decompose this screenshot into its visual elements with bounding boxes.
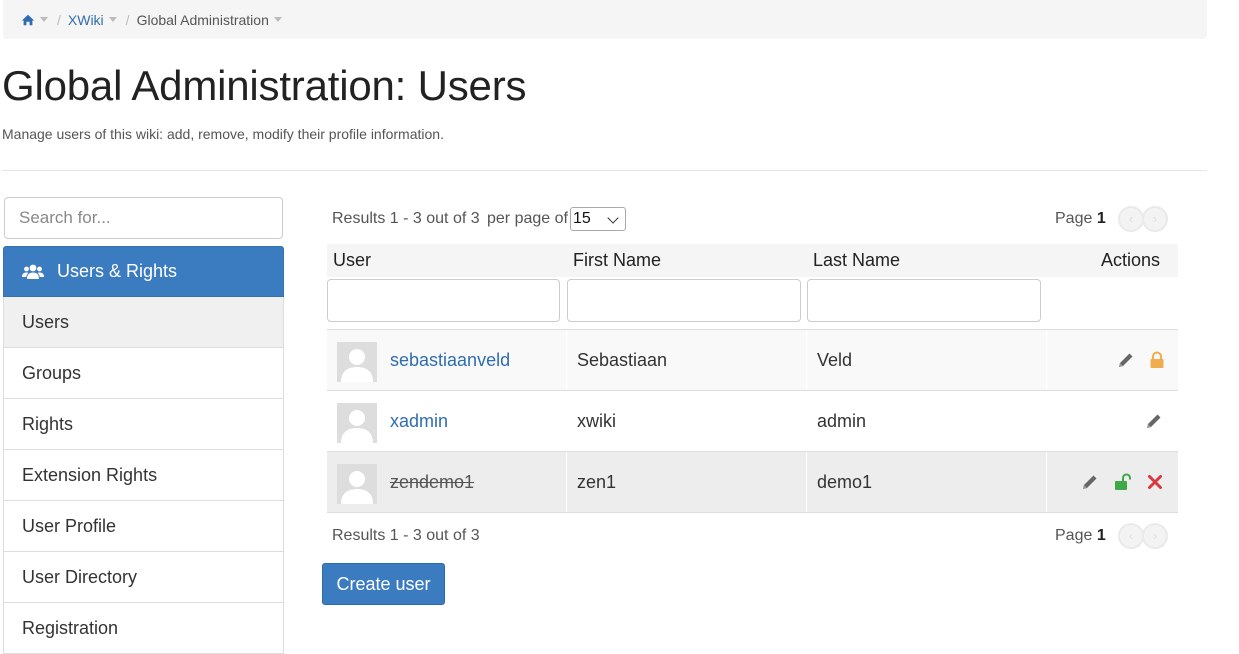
users-icon [22, 264, 44, 279]
first-name-cell: zen1 [577, 472, 617, 492]
create-user-button[interactable]: Create user [322, 563, 445, 605]
home-dropdown-caret-icon[interactable] [40, 17, 48, 22]
breadcrumb-current: Global Administration [136, 11, 269, 28]
sidebar-item-groups[interactable]: Groups [3, 348, 284, 399]
search-input[interactable] [4, 197, 283, 239]
chevron-down-icon [607, 212, 619, 224]
user-link[interactable]: xadmin [390, 411, 448, 432]
xwiki-dropdown-caret-icon[interactable] [108, 17, 117, 22]
menu-header-users-rights[interactable]: Users & Rights [3, 246, 284, 297]
results-summary-bottom: Results 1 - 3 out of 3 [332, 527, 480, 544]
global-admin-dropdown-caret-icon[interactable] [273, 17, 282, 22]
table-row: sebastiaanveld Sebastiaan Veld [327, 329, 1178, 390]
menu-header-label: Users & Rights [57, 261, 178, 281]
next-page-icon[interactable]: › [1142, 206, 1168, 232]
per-page-label: per page of [487, 210, 568, 227]
admin-menu: Users & Rights Users Groups Rights Exten… [3, 246, 284, 654]
breadcrumb: / XWiki / Global Administration [3, 0, 1207, 39]
column-header-user[interactable]: User [333, 250, 371, 271]
per-page-select[interactable]: 15 [570, 207, 626, 231]
pagination-top: ‹ › [1118, 206, 1170, 234]
breadcrumb-xwiki-link[interactable]: XWiki [68, 12, 104, 28]
pagination-bottom: ‹ › [1118, 523, 1170, 551]
page-indicator-top: Page 1 [1055, 210, 1106, 227]
sidebar-item-rights[interactable]: Rights [3, 399, 284, 450]
user-filter-input[interactable] [327, 279, 560, 322]
page-title: Global Administration: Users [2, 62, 527, 109]
column-header-first-name[interactable]: First Name [573, 250, 661, 271]
page-description: Manage users of this wiki: add, remove, … [2, 126, 444, 142]
unlock-icon[interactable] [1114, 473, 1132, 491]
sidebar-item-users[interactable]: Users [3, 297, 284, 348]
column-header-last-name[interactable]: Last Name [813, 250, 900, 271]
edit-icon[interactable] [1145, 412, 1163, 430]
lock-icon[interactable] [1148, 351, 1166, 369]
last-name-cell: admin [817, 411, 867, 431]
column-header-actions: Actions [1101, 250, 1161, 270]
user-link[interactable]: sebastiaanveld [390, 350, 510, 371]
delete-icon[interactable] [1146, 473, 1164, 491]
table-header: User First Name Last Name Actions [327, 244, 1178, 277]
next-page-icon[interactable]: › [1142, 523, 1168, 549]
sidebar-item-registration[interactable]: Registration [3, 603, 284, 654]
last-name-cell: Veld [817, 350, 853, 370]
prev-page-icon[interactable]: ‹ [1118, 523, 1144, 549]
avatar [337, 342, 377, 382]
first-name-cell: Sebastiaan [577, 350, 668, 370]
first-name-cell: xwiki [577, 411, 616, 431]
sidebar-item-user-profile[interactable]: User Profile [3, 501, 284, 552]
first-name-filter-input[interactable] [567, 279, 801, 322]
sidebar-item-extension-rights[interactable]: Extension Rights [3, 450, 284, 501]
sidebar-item-user-directory[interactable]: User Directory [3, 552, 284, 603]
per-page-value: 15 [573, 210, 591, 227]
edit-icon[interactable] [1117, 351, 1135, 369]
avatar [337, 464, 377, 504]
results-summary-top: Results 1 - 3 out of 3 [332, 210, 480, 227]
user-link-disabled[interactable]: zendemo1 [390, 472, 474, 493]
table-row: xadmin xwiki admin [327, 390, 1178, 451]
prev-page-icon[interactable]: ‹ [1118, 206, 1144, 232]
divider [2, 170, 1207, 171]
page-indicator-bottom: Page 1 [1055, 527, 1106, 544]
home-icon[interactable] [21, 13, 35, 27]
last-name-filter-input[interactable] [807, 279, 1041, 322]
last-name-cell: demo1 [817, 472, 873, 492]
table-row: zendemo1 zen1 demo1 [327, 451, 1178, 513]
edit-icon[interactable] [1081, 473, 1099, 491]
avatar [337, 403, 377, 443]
